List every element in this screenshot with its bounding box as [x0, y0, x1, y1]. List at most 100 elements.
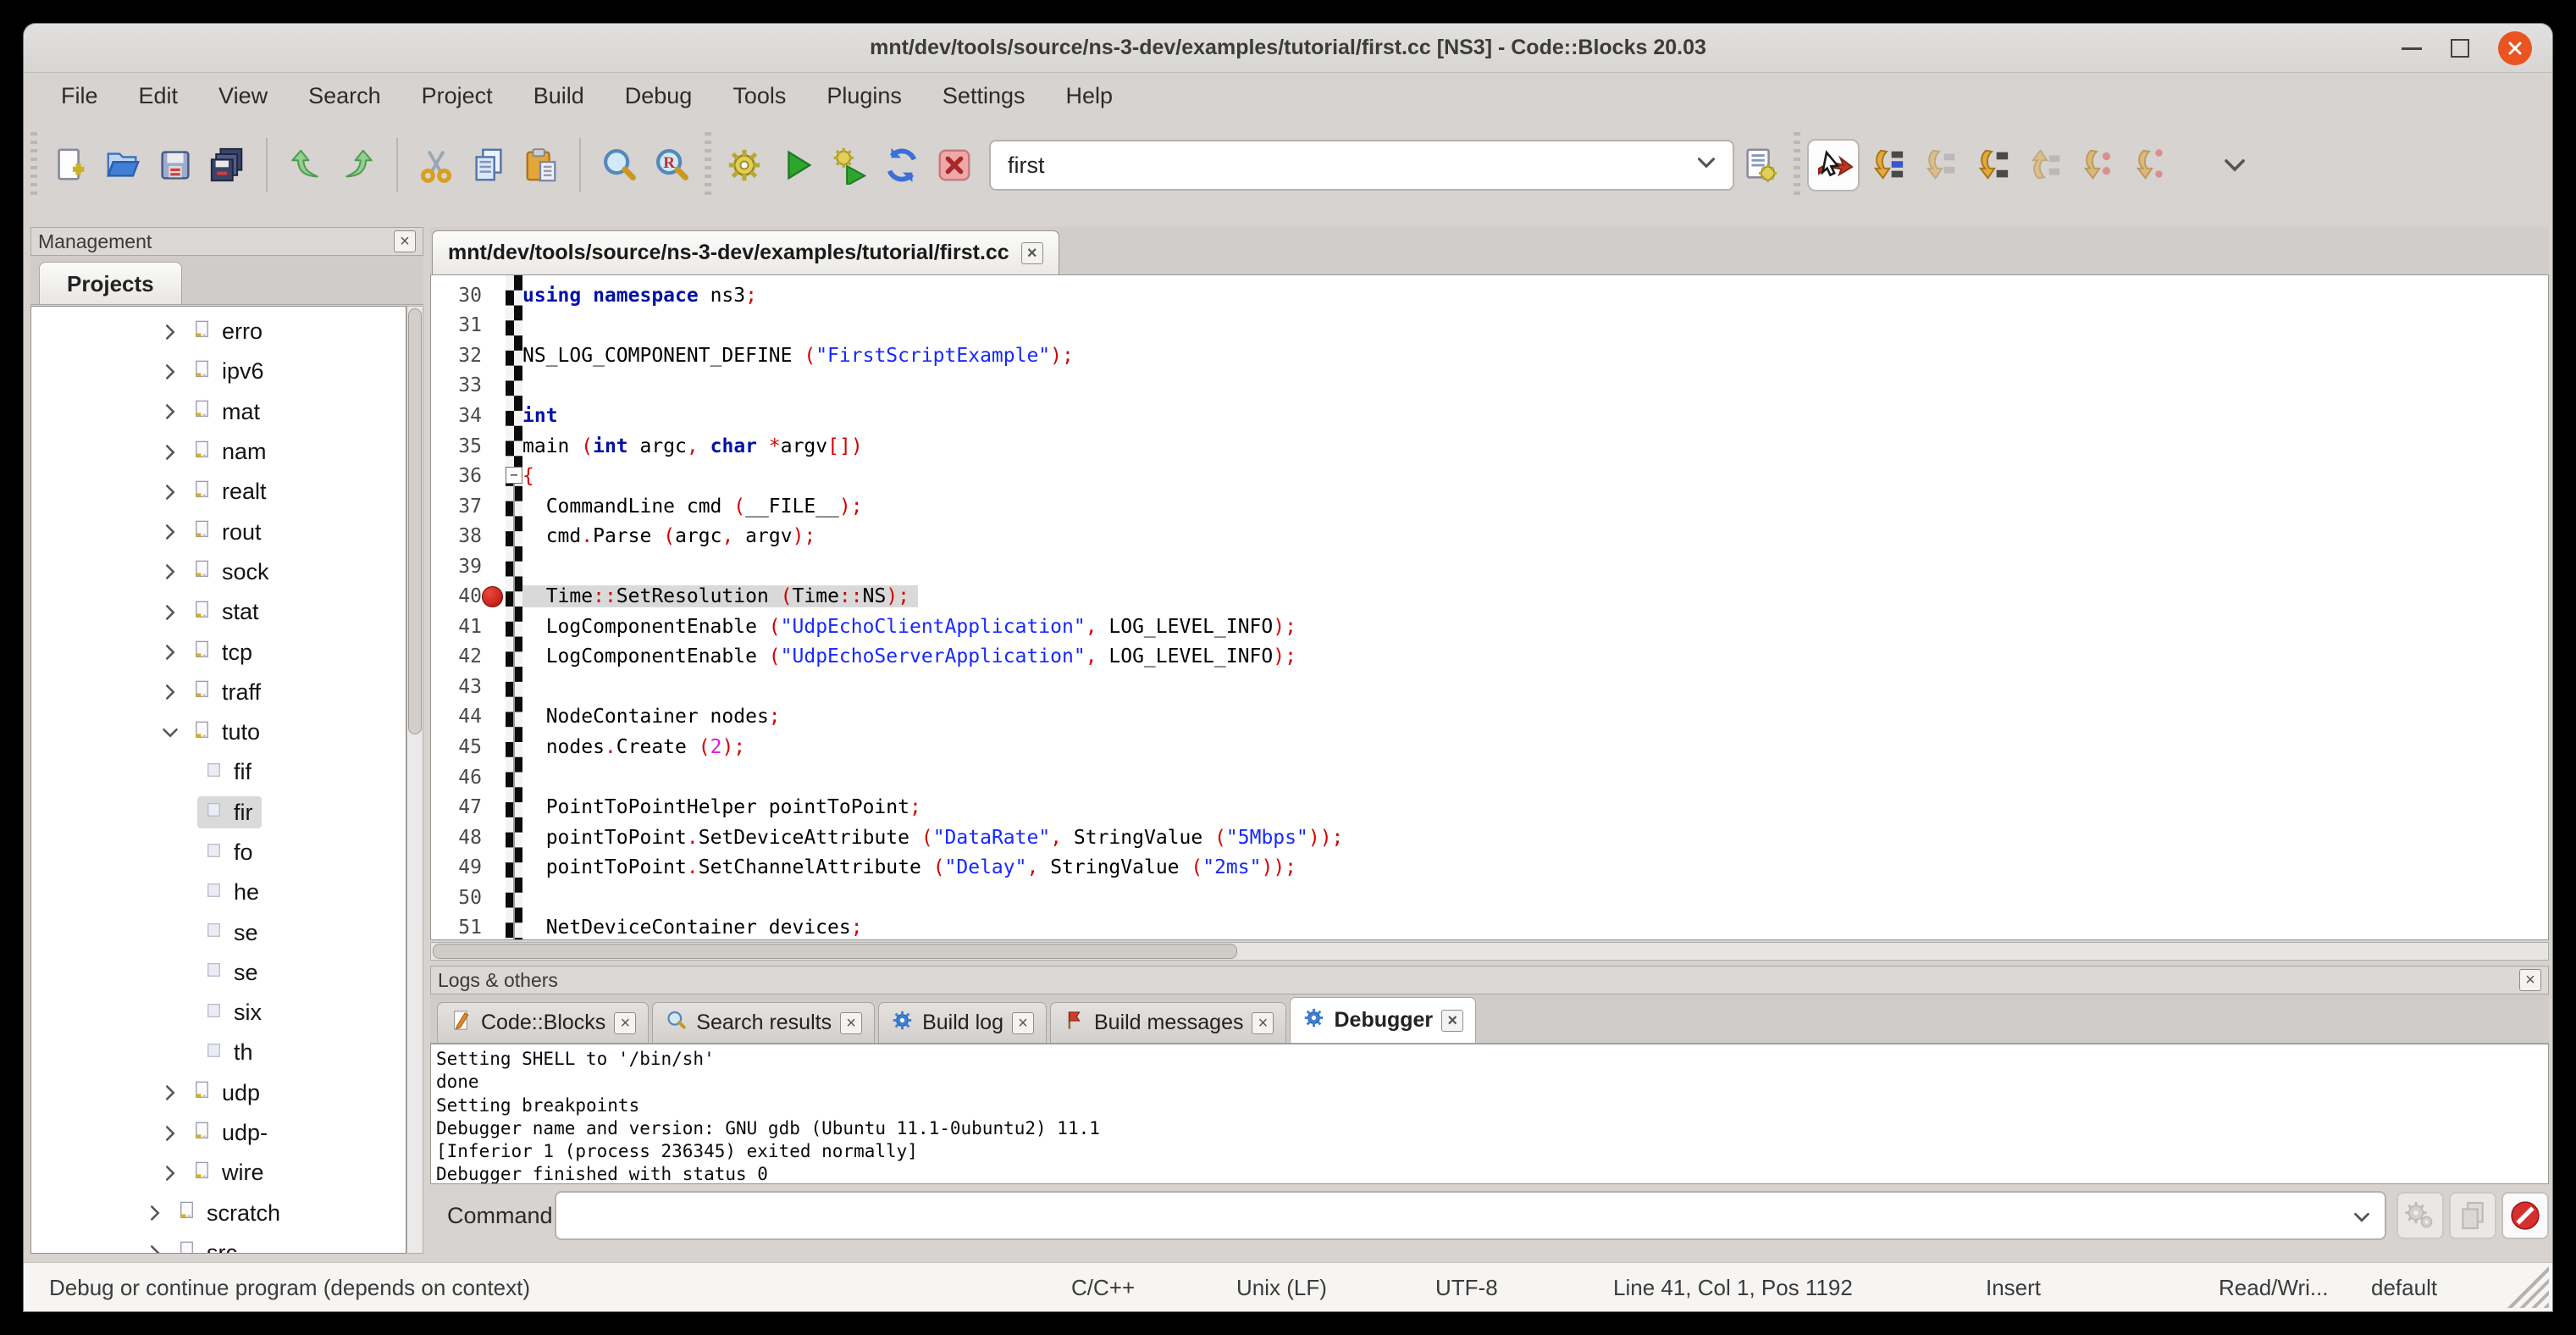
menu-view[interactable]: View	[198, 83, 288, 109]
editor-tab-close-icon[interactable]: ×	[1021, 242, 1043, 264]
line-number[interactable]: 51	[431, 917, 482, 939]
debug-window-options-button[interactable]	[2396, 1192, 2444, 1239]
menu-settings[interactable]: Settings	[922, 83, 1046, 109]
chevron-down-icon[interactable]	[155, 720, 185, 745]
line-number[interactable]: 40	[431, 585, 482, 607]
run-button[interactable]	[771, 139, 823, 191]
line-number[interactable]: 45	[431, 736, 482, 758]
line-number[interactable]: 35	[431, 435, 482, 457]
copy-button[interactable]	[462, 139, 515, 191]
line-number[interactable]: 38	[431, 525, 482, 547]
tab-close-icon[interactable]: ×	[1441, 1010, 1463, 1032]
tab-close-icon[interactable]: ×	[614, 1012, 636, 1034]
chevron-right-icon[interactable]	[155, 1121, 185, 1146]
chevron-right-icon[interactable]	[155, 359, 185, 385]
toolbar-overflow-button[interactable]	[2208, 139, 2261, 191]
tree-item-tcp[interactable]: tcp	[31, 632, 406, 672]
tree-item-wire[interactable]: wire	[31, 1153, 406, 1193]
tree-item-src[interactable]: src	[31, 1233, 406, 1254]
toolbar-grip[interactable]	[1794, 132, 1800, 198]
tree-item-udp-[interactable]: udp-	[31, 1113, 406, 1153]
chevron-right-icon[interactable]	[155, 399, 185, 424]
rebuild-button[interactable]	[876, 139, 928, 191]
chevron-right-icon[interactable]	[155, 440, 185, 465]
tree-item-fif[interactable]: fif	[31, 752, 406, 792]
clear-output-button[interactable]	[2501, 1192, 2549, 1239]
next-line-button[interactable]	[1912, 139, 1965, 191]
tree-item-stat[interactable]: stat	[31, 592, 406, 632]
logs-tab-build-log[interactable]: Build log×	[878, 1002, 1047, 1043]
save-all-button[interactable]	[202, 139, 254, 191]
resize-grip[interactable]	[2507, 1266, 2549, 1308]
chevron-right-icon[interactable]	[155, 559, 185, 584]
tree-item-six[interactable]: six	[31, 993, 406, 1033]
tree-item-tuto[interactable]: tuto	[31, 712, 406, 752]
line-number[interactable]: 43	[431, 676, 482, 698]
copy-output-button[interactable]	[2449, 1192, 2496, 1239]
line-number[interactable]: 30	[431, 285, 482, 307]
chevron-down-icon[interactable]	[1692, 148, 1721, 183]
chevron-right-icon[interactable]	[155, 679, 185, 705]
line-number[interactable]: 41	[431, 616, 482, 638]
chevron-right-icon[interactable]	[155, 600, 185, 625]
menu-help[interactable]: Help	[1045, 83, 1133, 109]
editor-tab-first-cc[interactable]: mnt/dev/tools/source/ns-3-dev/examples/t…	[432, 230, 1059, 274]
tree-item-se[interactable]: se	[31, 912, 406, 952]
management-close-icon[interactable]: ×	[394, 230, 416, 252]
chevron-down-icon[interactable]	[2349, 1205, 2374, 1234]
line-number[interactable]: 44	[431, 706, 482, 728]
tree-item-scratch[interactable]: scratch	[31, 1194, 406, 1233]
tab-close-icon[interactable]: ×	[1012, 1012, 1034, 1034]
replace-button[interactable]: R	[645, 139, 698, 191]
maximize-button[interactable]	[2451, 39, 2469, 58]
redo-button[interactable]	[332, 139, 384, 191]
logs-tab-debugger[interactable]: Debugger×	[1290, 997, 1476, 1043]
build-button[interactable]	[718, 139, 771, 191]
debugger-output[interactable]: Setting SHELL to '/bin/sh'doneSetting br…	[430, 1044, 2549, 1184]
build-target-combobox[interactable]: first	[989, 140, 1734, 191]
editor-horizontal-scrollbar[interactable]	[430, 942, 2549, 961]
chevron-right-icon[interactable]	[155, 640, 185, 665]
tree-item-traff[interactable]: traff	[31, 673, 406, 712]
step-into-button[interactable]	[1965, 139, 2017, 191]
close-button[interactable]	[2498, 31, 2532, 65]
command-input[interactable]	[555, 1191, 2386, 1240]
breakpoint-marker[interactable]	[482, 586, 503, 607]
run-to-cursor-button[interactable]	[1860, 139, 1912, 191]
chevron-right-icon[interactable]	[155, 1161, 185, 1186]
undo-button[interactable]	[279, 139, 332, 191]
logs-tab-code-blocks[interactable]: Code::Blocks×	[437, 1002, 649, 1043]
tree-item-ipv6[interactable]: ipv6	[31, 352, 406, 391]
tree-item-udp[interactable]: udp	[31, 1073, 406, 1113]
build-and-run-button[interactable]	[823, 139, 876, 191]
line-number[interactable]: 42	[431, 645, 482, 668]
line-number[interactable]: 36	[431, 465, 482, 487]
save-file-button[interactable]	[149, 139, 202, 191]
menu-search[interactable]: Search	[288, 83, 401, 109]
tab-close-icon[interactable]: ×	[1252, 1012, 1274, 1034]
tree-vertical-scrollbar[interactable]	[406, 306, 423, 1254]
tab-close-icon[interactable]: ×	[840, 1012, 862, 1034]
toolbar-grip[interactable]	[30, 132, 37, 198]
line-number[interactable]: 39	[431, 556, 482, 578]
open-file-button[interactable]	[97, 139, 149, 191]
step-out-button[interactable]	[2017, 139, 2070, 191]
tree-item-th[interactable]: th	[31, 1033, 406, 1072]
line-number[interactable]: 50	[431, 887, 482, 909]
line-number[interactable]: 31	[431, 314, 482, 336]
tree-item-sock[interactable]: sock	[31, 552, 406, 592]
tree-item-nam[interactable]: nam	[31, 432, 406, 472]
line-number[interactable]: 47	[431, 796, 482, 818]
chevron-right-icon[interactable]	[140, 1200, 170, 1226]
tree-item-rout[interactable]: rout	[31, 512, 406, 551]
line-number[interactable]: 48	[431, 827, 482, 849]
menu-file[interactable]: File	[41, 83, 119, 109]
menu-build[interactable]: Build	[513, 83, 605, 109]
scrollbar-thumb[interactable]	[408, 308, 422, 734]
tab-projects[interactable]: Projects	[39, 262, 182, 304]
tree-item-mat[interactable]: mat	[31, 392, 406, 432]
chevron-right-icon[interactable]	[140, 1240, 170, 1254]
scrollbar-thumb[interactable]	[433, 944, 1237, 959]
logs-tab-search-results[interactable]: Search results×	[652, 1002, 875, 1043]
line-number[interactable]: 34	[431, 405, 482, 427]
